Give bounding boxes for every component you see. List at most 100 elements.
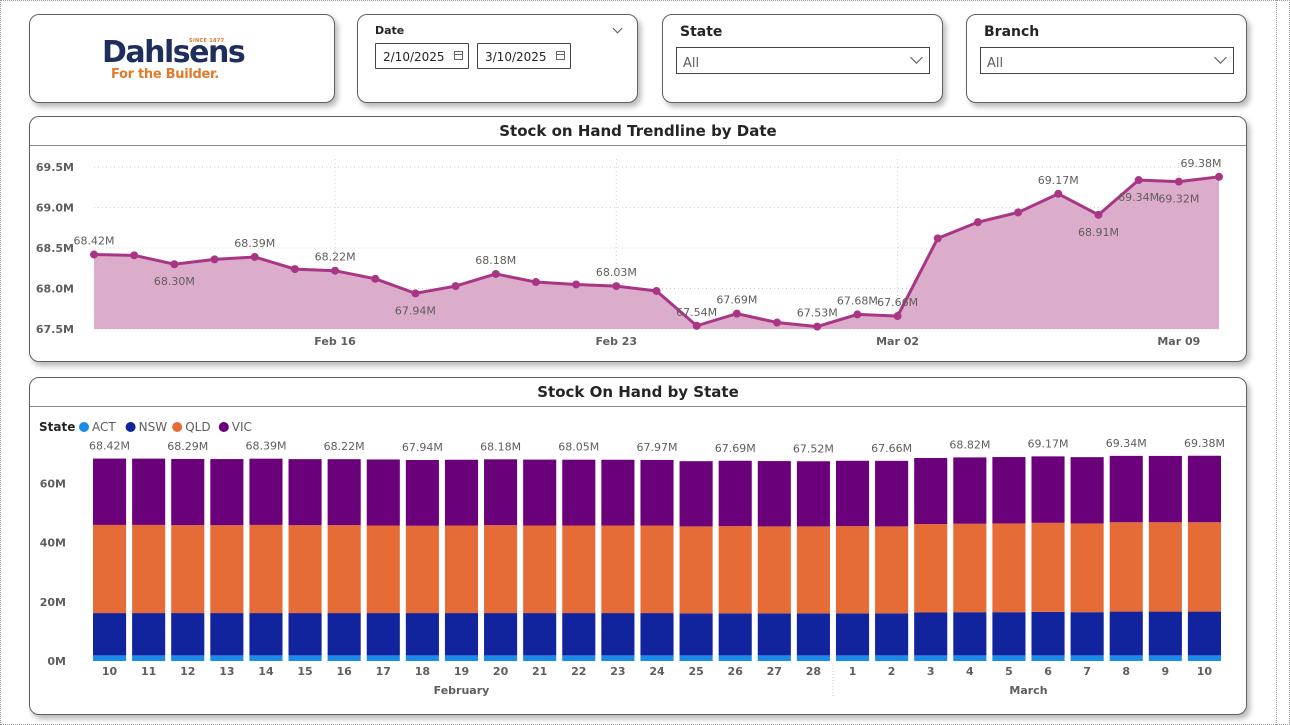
bar-segment-qld — [875, 526, 909, 614]
bar-segment-act — [1070, 655, 1104, 661]
bar-segment-act — [93, 655, 127, 661]
bar-segment-nsw — [1187, 611, 1221, 656]
date-slicer: Date 2/10/2025 3/10/2025 — [357, 14, 638, 103]
data-point — [170, 260, 179, 269]
legend-label: ACT — [92, 420, 116, 434]
data-point — [1134, 176, 1143, 185]
data-point — [813, 322, 822, 331]
x-tick-label: Feb 16 — [314, 335, 356, 348]
bar-segment-act — [405, 655, 439, 661]
bar-segment-nsw — [327, 613, 361, 656]
state-stacked-bar-chart: State ACT NSW QLD VIC0M20M40M60M10 11 12 13 14 15… — [39, 420, 1225, 698]
x-tick-label: 24 — [649, 665, 665, 678]
bar-segment-vic — [1070, 457, 1104, 524]
branch-dropdown[interactable]: All — [980, 47, 1234, 74]
bar-segment-act — [992, 655, 1026, 661]
calendar-icon[interactable] — [556, 51, 565, 60]
total-label: 69.17M — [1028, 437, 1069, 450]
bar-segment-act — [914, 655, 948, 661]
x-tick-label: Feb 23 — [596, 335, 638, 348]
bar-segment-act — [1109, 655, 1143, 661]
legend-title: State — [39, 420, 75, 434]
x-tick-label: 11 — [141, 665, 156, 678]
branch-slicer: Branch All — [966, 14, 1247, 103]
state-slicer: State All — [662, 14, 943, 103]
calendar-icon[interactable] — [454, 51, 463, 60]
y-tick-label: 69.5M — [36, 161, 74, 174]
bar-segment-act — [171, 655, 205, 661]
end-date-input[interactable]: 3/10/2025 — [477, 43, 571, 69]
bar-segment-nsw — [132, 613, 166, 656]
bar-segment-act — [366, 655, 400, 661]
data-point — [692, 321, 701, 330]
bar-segment-nsw — [171, 613, 205, 656]
bar-segment-vic — [953, 457, 987, 524]
x-tick-label: 9 — [1162, 665, 1170, 678]
data-point — [531, 278, 540, 287]
start-date-input[interactable]: 2/10/2025 — [375, 43, 469, 69]
bar-segment-act — [640, 655, 674, 661]
y-tick-label: 60M — [40, 478, 66, 491]
bar-segment-qld — [93, 524, 127, 614]
total-label: 68.05M — [558, 441, 599, 454]
data-point — [491, 269, 500, 278]
bar-segment-qld — [796, 526, 830, 614]
bar-segment-qld — [562, 525, 596, 614]
data-label: 67.69M — [716, 294, 757, 307]
chevron-down-icon[interactable] — [612, 23, 623, 34]
bar-segment-vic — [484, 459, 518, 526]
bar-segment-vic — [210, 459, 244, 526]
x-tick-label: 26 — [728, 665, 744, 678]
brand-tagline: For the Builder. — [111, 67, 219, 82]
data-point — [973, 218, 982, 227]
bar-segment-nsw — [796, 613, 830, 656]
bar-segment-act — [718, 655, 752, 661]
x-tick-label: 28 — [806, 665, 821, 678]
data-label: 67.66M — [877, 296, 918, 309]
bar-segment-act — [757, 655, 791, 661]
total-label: 69.38M — [1184, 437, 1225, 450]
month-label: March — [1009, 684, 1047, 697]
bar-segment-act — [1187, 655, 1221, 661]
data-label: 69.38M — [1181, 157, 1222, 170]
y-tick-label: 40M — [40, 537, 66, 550]
bar-segment-vic — [366, 459, 400, 526]
bar-segment-vic — [249, 458, 283, 525]
legend-swatch — [172, 422, 183, 432]
bar-segment-vic — [640, 459, 674, 526]
bar-segment-nsw — [601, 613, 635, 656]
data-label: 69.34M — [1118, 191, 1159, 204]
bar-segment-nsw — [523, 613, 557, 656]
x-tick-label: 10 — [1197, 665, 1213, 678]
bar-segment-vic — [757, 461, 791, 527]
x-tick-label: 23 — [610, 665, 625, 678]
y-tick-label: 67.5M — [36, 323, 74, 336]
bar-segment-vic — [1187, 455, 1221, 523]
bar-segment-act — [1031, 655, 1065, 661]
bar-segment-qld — [953, 523, 987, 613]
bar-segment-act — [327, 655, 361, 661]
data-point — [290, 265, 299, 274]
bar-segment-qld — [1148, 522, 1182, 612]
bar-segment-qld — [484, 525, 518, 614]
bar-segment-act — [249, 655, 283, 661]
data-label: 69.32M — [1158, 193, 1199, 206]
y-tick-label: 69.0M — [36, 202, 74, 215]
bar-segment-qld — [366, 525, 400, 614]
bar-segment-qld — [992, 523, 1026, 613]
bar-segment-act — [523, 655, 557, 661]
state-dropdown[interactable]: All — [676, 47, 930, 74]
start-date-value: 2/10/2025 — [383, 50, 445, 64]
bar-segment-qld — [601, 525, 635, 614]
x-tick-label: 18 — [415, 665, 430, 678]
total-label: 68.18M — [480, 440, 521, 453]
bar-segment-vic — [992, 457, 1026, 524]
total-label: 67.69M — [715, 442, 756, 455]
x-tick-label: 10 — [102, 665, 118, 678]
bar-segment-vic — [718, 460, 752, 527]
data-point — [210, 255, 219, 264]
data-point — [652, 286, 661, 295]
x-tick-label: 4 — [966, 665, 974, 678]
bar-segment-vic — [327, 459, 361, 526]
bar-segment-qld — [249, 524, 283, 614]
